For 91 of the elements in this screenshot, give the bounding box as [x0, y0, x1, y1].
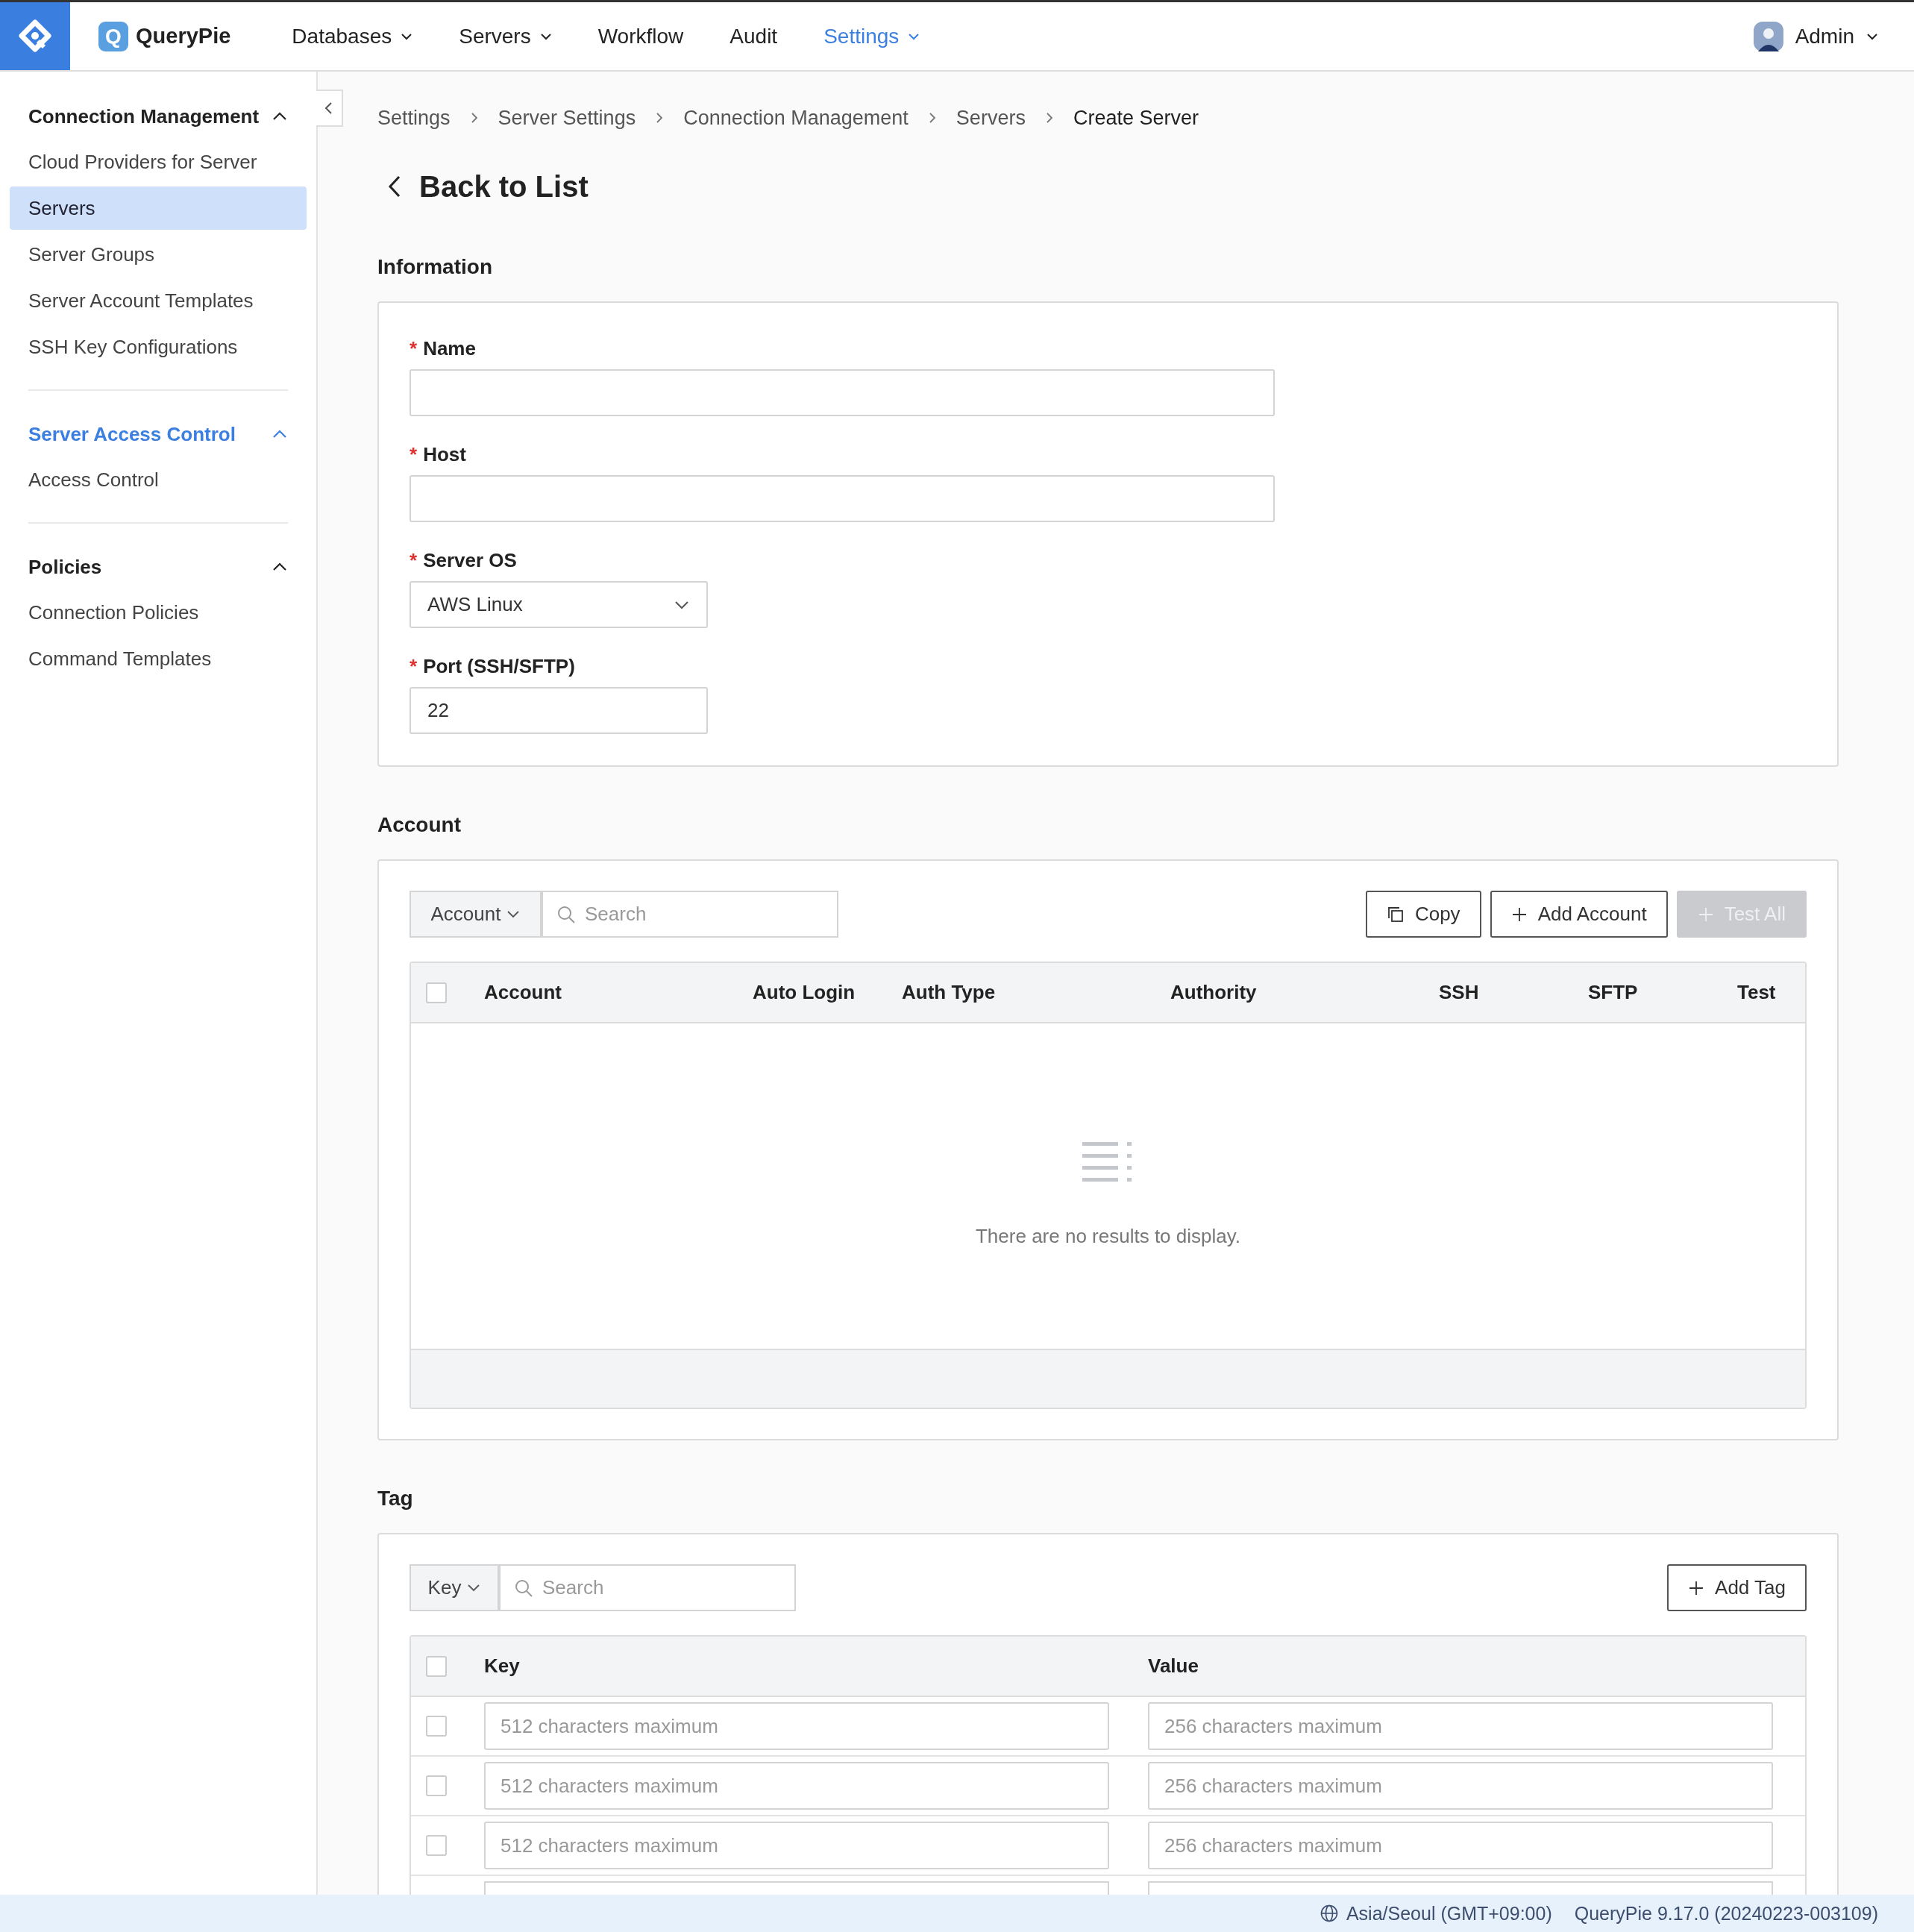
- user-menu[interactable]: Admin: [1753, 21, 1878, 51]
- required-mark: *: [410, 655, 418, 678]
- caret-icon: [1866, 32, 1878, 40]
- nav-menu-item[interactable]: Workflow: [597, 24, 684, 48]
- toolbar-button[interactable]: Copy: [1365, 891, 1481, 938]
- column-header: Auth Type: [902, 981, 997, 1004]
- value-input[interactable]: 256 characters maximum: [1148, 1822, 1773, 1869]
- back-link[interactable]: Back to List: [386, 164, 1839, 209]
- input-field[interactable]: 22: [410, 687, 708, 734]
- chevron-right-icon: [469, 111, 479, 125]
- value-input[interactable]: 256 characters maximum: [1148, 1762, 1773, 1810]
- empty-message: There are no results to display.: [976, 1224, 1240, 1248]
- select-all-checkbox[interactable]: [426, 1655, 447, 1677]
- input-field[interactable]: [410, 475, 1275, 522]
- copy-icon: [1386, 905, 1405, 923]
- value-input[interactable]: 256 characters maximum: [1148, 1702, 1773, 1750]
- select-field[interactable]: AWS Linux: [410, 581, 708, 628]
- version-label: QueryPie 9.17.0 (20240223-003109): [1574, 1902, 1878, 1925]
- sidebar-item[interactable]: Access Control: [10, 458, 307, 501]
- plus-icon: [1688, 1579, 1705, 1596]
- search-input[interactable]: Search: [541, 1575, 768, 1600]
- column-header: Test: [1737, 981, 1776, 1004]
- breadcrumb-item[interactable]: Servers: [956, 106, 1026, 130]
- collapse-sidebar-button[interactable]: [316, 90, 343, 127]
- filter-dropdown[interactable]: Account: [410, 891, 542, 938]
- breadcrumb-item[interactable]: Settings: [377, 106, 451, 130]
- key-input[interactable]: 512 characters maximum: [484, 1822, 1109, 1869]
- chevron-down-icon: [506, 909, 521, 919]
- input-field[interactable]: [410, 369, 1275, 416]
- chevron-left-icon: [324, 101, 334, 116]
- sidebar-item[interactable]: Connection Policies: [10, 591, 307, 634]
- column-header: Value: [1148, 1655, 1199, 1678]
- column-header: Account: [484, 981, 562, 1004]
- nav-menu-item[interactable]: Audit: [729, 24, 778, 48]
- sidebar-section-header[interactable]: Server Access Control: [28, 413, 288, 455]
- nav-menu-item[interactable]: Settings: [823, 24, 920, 48]
- column-header: Auto Login: [753, 981, 856, 1004]
- search-input[interactable]: Search: [583, 902, 810, 926]
- column-header: Authority: [1170, 981, 1258, 1004]
- avatar-icon: [1753, 21, 1783, 51]
- field-label: Name: [423, 337, 476, 360]
- plus-icon: [1510, 906, 1528, 923]
- home-logo[interactable]: [0, 2, 70, 70]
- row-checkbox[interactable]: [426, 1775, 447, 1796]
- search-field[interactable]: Search: [542, 891, 838, 938]
- row-checkbox[interactable]: [426, 1716, 447, 1737]
- search-field[interactable]: Search: [499, 1564, 796, 1611]
- toolbar-button[interactable]: Add Tag: [1667, 1564, 1807, 1611]
- chevron-down-icon: [674, 599, 690, 610]
- chevron-down-icon: [467, 1583, 481, 1593]
- field-label: Server OS: [423, 549, 517, 572]
- breadcrumb-item[interactable]: Server Settings: [498, 106, 636, 130]
- toolbar-button[interactable]: Add Account: [1490, 891, 1668, 938]
- chevron-right-icon: [927, 111, 937, 125]
- column-header: SFTP: [1588, 981, 1639, 1004]
- nav-menu-item[interactable]: Servers: [459, 24, 552, 48]
- sidebar-item[interactable]: Servers: [10, 186, 307, 230]
- required-mark: *: [410, 443, 418, 466]
- row-checkbox[interactable]: [426, 1835, 447, 1856]
- select-all-checkbox[interactable]: [426, 982, 447, 1003]
- sidebar-item[interactable]: Cloud Providers for Server: [10, 140, 307, 184]
- filter-dropdown[interactable]: Key: [410, 1564, 499, 1611]
- field-label: Host: [423, 443, 466, 466]
- plus-icon: [1697, 906, 1714, 923]
- nav-menu-item[interactable]: Databases: [292, 24, 413, 48]
- key-input[interactable]: 512 characters maximum: [484, 1702, 1109, 1750]
- sidebar-item[interactable]: Command Templates: [10, 637, 307, 680]
- sidebar-item[interactable]: Server Account Templates: [10, 279, 307, 322]
- search-icon: [556, 904, 576, 924]
- field-label: Port (SSH/SFTP): [423, 655, 575, 678]
- section-title: Tag: [377, 1487, 414, 1511]
- app-logo: Q: [98, 21, 128, 51]
- sidebar-item[interactable]: SSH Key Configurations: [10, 325, 307, 368]
- chevron-right-icon: [1044, 111, 1054, 125]
- required-mark: *: [410, 549, 418, 572]
- key-input[interactable]: 512 characters maximum: [484, 1762, 1109, 1810]
- breadcrumb-item: Create Server: [1073, 106, 1199, 130]
- sidebar-item[interactable]: Server Groups: [10, 233, 307, 276]
- search-icon: [514, 1578, 533, 1598]
- column-header: SSH: [1439, 981, 1480, 1004]
- column-header: Key: [484, 1655, 521, 1678]
- required-mark: *: [410, 337, 418, 360]
- section-title: Account: [377, 813, 462, 837]
- timezone-label: Asia/Seoul (GMT+09:00): [1346, 1902, 1552, 1925]
- globe-icon: [1319, 1904, 1339, 1923]
- app-name: QueryPie: [136, 24, 231, 48]
- sidebar-section-header[interactable]: Policies: [28, 546, 288, 588]
- sidebar-section-header[interactable]: Connection Management: [28, 95, 288, 137]
- chevron-right-icon: [655, 111, 665, 125]
- section-title: Information: [377, 255, 493, 279]
- breadcrumb-item[interactable]: Connection Management: [683, 106, 909, 130]
